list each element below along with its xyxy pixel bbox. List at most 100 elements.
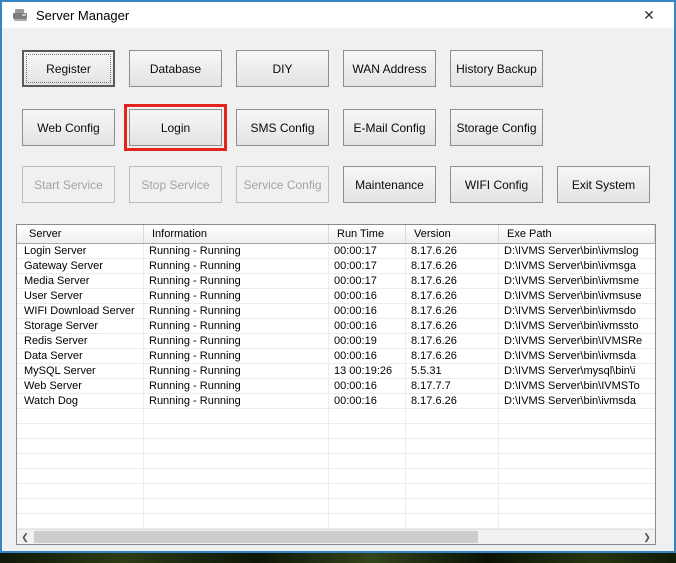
cell-exe-path: D:\IVMS Server\bin\ivmsme (504, 275, 640, 287)
database-button[interactable]: Database (129, 50, 222, 87)
cell-run-time: 00:00:17 (334, 260, 377, 272)
cell-information: Running - Running (149, 395, 241, 407)
cell-server: Data Server (24, 350, 83, 362)
table-row[interactable]: User Server Running - Running 00:00:16 8… (17, 289, 655, 304)
table-row[interactable]: Media Server Running - Running 00:00:17 … (17, 274, 655, 289)
register-button[interactable]: Register (22, 50, 115, 87)
cell-run-time: 00:00:16 (334, 380, 377, 392)
table-row[interactable]: Redis Server Running - Running 00:00:19 … (17, 334, 655, 349)
cell-server: MySQL Server (24, 365, 96, 377)
desktop-wallpaper-strip (0, 553, 676, 563)
table-row[interactable]: Login Server Running - Running 00:00:17 … (17, 244, 655, 259)
server-manager-window: Server Manager ✕ Register Database DIY W… (0, 0, 676, 553)
cell-exe-path: D:\IVMS Server\mysql\bin\i (504, 365, 636, 377)
cell-version: 8.17.6.26 (411, 335, 457, 347)
cell-exe-path: D:\IVMS Server\bin\IVMSTo (504, 380, 640, 392)
login-button[interactable]: Login (129, 109, 222, 146)
cell-server: Watch Dog (24, 395, 79, 407)
cell-version: 8.17.6.26 (411, 350, 457, 362)
column-header-exe-path[interactable]: Exe Path (499, 225, 655, 243)
cell-information: Running - Running (149, 275, 241, 287)
cell-exe-path: D:\IVMS Server\bin\ivmsda (504, 350, 637, 362)
cell-version: 8.17.6.26 (411, 260, 457, 272)
cell-run-time: 00:00:19 (334, 335, 377, 347)
cell-run-time: 00:00:16 (334, 290, 377, 302)
cell-run-time: 00:00:16 (334, 305, 377, 317)
table-row[interactable]: WIFI Download Server Running - Running 0… (17, 304, 655, 319)
cell-information: Running - Running (149, 365, 241, 377)
close-icon: ✕ (643, 6, 655, 23)
cell-run-time: 13 00:19:26 (334, 365, 393, 377)
table-row[interactable]: Web Server Running - Running 00:00:16 8.… (17, 379, 655, 394)
title-bar: Server Manager ✕ (2, 2, 674, 28)
window-title: Server Manager (36, 7, 130, 23)
table-row[interactable]: Watch Dog Running - Running 00:00:16 8.1… (17, 394, 655, 409)
horizontal-scrollbar[interactable]: ❮ ❯ (17, 529, 655, 544)
cell-exe-path: D:\IVMS Server\bin\ivmssto (504, 320, 639, 332)
cell-run-time: 00:00:17 (334, 275, 377, 287)
app-icon (13, 9, 27, 21)
cell-exe-path: D:\IVMS Server\bin\ivmsga (504, 260, 637, 272)
cell-exe-path: D:\IVMS Server\bin\ivmsda (504, 395, 637, 407)
cell-version: 8.17.6.26 (411, 395, 457, 407)
cell-version: 8.17.7.7 (411, 380, 451, 392)
cell-server: Redis Server (24, 335, 88, 347)
cell-version: 8.17.6.26 (411, 275, 457, 287)
cell-information: Running - Running (149, 290, 241, 302)
cell-version: 8.17.6.26 (411, 290, 457, 302)
cell-server: Web Server (24, 380, 82, 392)
close-button[interactable]: ✕ (634, 2, 664, 28)
diy-button[interactable]: DIY (236, 50, 329, 87)
column-header-version[interactable]: Version (406, 225, 499, 243)
table-body: Login Server Running - Running 00:00:17 … (17, 244, 655, 530)
scrollbar-thumb[interactable] (34, 531, 478, 543)
cell-exe-path: D:\IVMS Server\bin\ivmsdo (504, 305, 637, 317)
web-config-button[interactable]: Web Config (22, 109, 115, 146)
scroll-left-arrow-icon[interactable]: ❮ (17, 530, 33, 544)
cell-run-time: 00:00:16 (334, 395, 377, 407)
service-config-button: Service Config (236, 166, 329, 203)
stop-service-button: Stop Service (129, 166, 222, 203)
table-row[interactable]: Gateway Server Running - Running 00:00:1… (17, 259, 655, 274)
cell-information: Running - Running (149, 260, 241, 272)
cell-information: Running - Running (149, 320, 241, 332)
wifi-config-button[interactable]: WIFI Config (450, 166, 543, 203)
cell-information: Running - Running (149, 380, 241, 392)
cell-version: 8.17.6.26 (411, 245, 457, 257)
cell-server: Media Server (24, 275, 90, 287)
column-header-information[interactable]: Information (144, 225, 329, 243)
cell-server: Storage Server (24, 320, 98, 332)
cell-run-time: 00:00:16 (334, 350, 377, 362)
start-service-button: Start Service (22, 166, 115, 203)
cell-version: 8.17.6.26 (411, 305, 457, 317)
cell-run-time: 00:00:17 (334, 245, 377, 257)
cell-version: 8.17.6.26 (411, 320, 457, 332)
cell-server: WIFI Download Server (24, 305, 135, 317)
cell-information: Running - Running (149, 305, 241, 317)
cell-information: Running - Running (149, 245, 241, 257)
server-table: Server Information Run Time Version Exe … (16, 224, 656, 545)
cell-version: 5.5.31 (411, 365, 442, 377)
cell-exe-path: D:\IVMS Server\bin\ivmsuse (504, 290, 642, 302)
table-row[interactable]: Storage Server Running - Running 00:00:1… (17, 319, 655, 334)
cell-run-time: 00:00:16 (334, 320, 377, 332)
wan-address-button[interactable]: WAN Address (343, 50, 436, 87)
storage-config-button[interactable]: Storage Config (450, 109, 543, 146)
history-backup-button[interactable]: History Backup (450, 50, 543, 87)
cell-exe-path: D:\IVMS Server\bin\IVMSRe (504, 335, 643, 347)
table-row[interactable]: Data Server Running - Running 00:00:16 8… (17, 349, 655, 364)
email-config-button[interactable]: E-Mail Config (343, 109, 436, 146)
maintenance-button[interactable]: Maintenance (343, 166, 436, 203)
cell-exe-path: D:\IVMS Server\bin\ivmslog (504, 245, 639, 257)
column-header-server[interactable]: Server (17, 225, 144, 243)
table-header: Server Information Run Time Version Exe … (17, 225, 655, 244)
table-row[interactable]: MySQL Server Running - Running 13 00:19:… (17, 364, 655, 379)
scroll-right-arrow-icon[interactable]: ❯ (639, 530, 655, 544)
cell-information: Running - Running (149, 335, 241, 347)
cell-server: Gateway Server (24, 260, 103, 272)
column-header-run-time[interactable]: Run Time (329, 225, 406, 243)
sms-config-button[interactable]: SMS Config (236, 109, 329, 146)
cell-server: User Server (24, 290, 83, 302)
cell-information: Running - Running (149, 350, 241, 362)
exit-system-button[interactable]: Exit System (557, 166, 650, 203)
